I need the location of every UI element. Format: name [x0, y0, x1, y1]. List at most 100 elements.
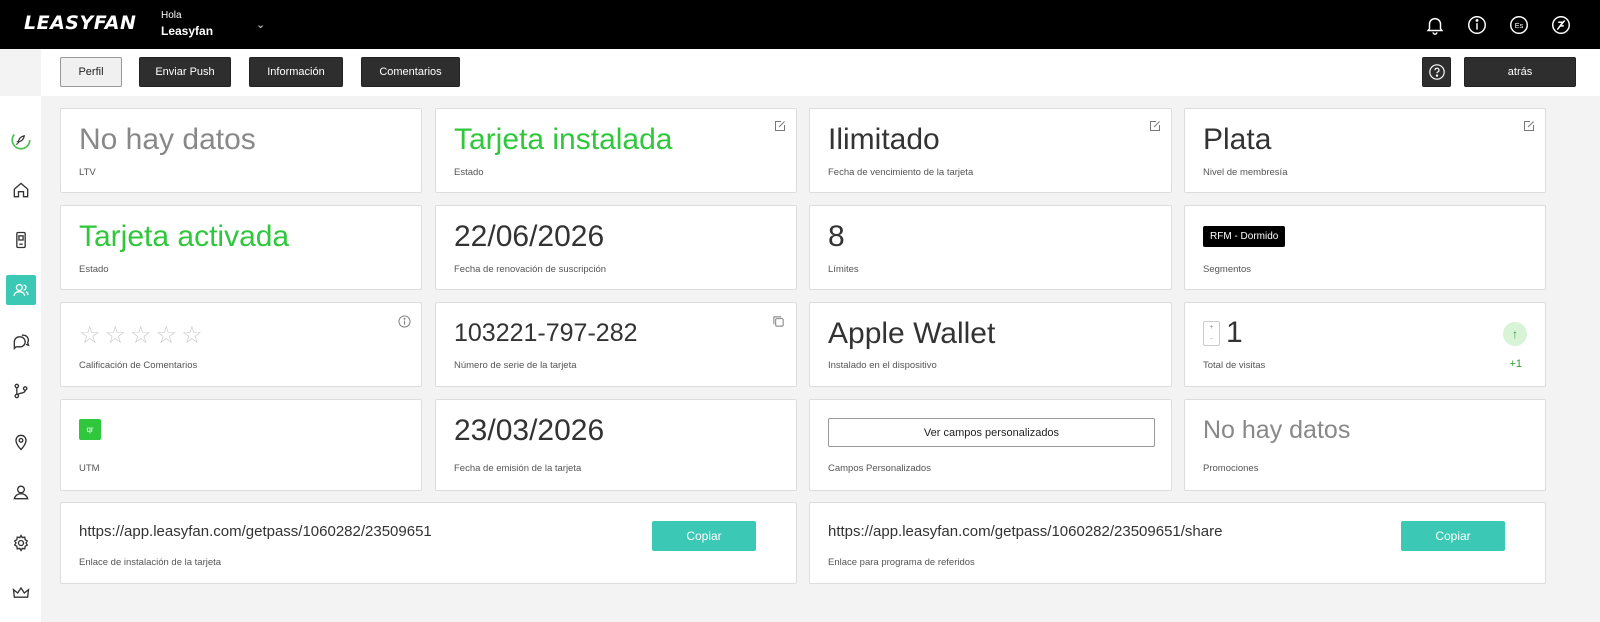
utm-label: UTM [79, 463, 100, 474]
flow-icon[interactable] [6, 376, 36, 406]
star-icon[interactable]: ☆ [156, 321, 178, 350]
arrow-up-icon[interactable]: ↑ [1503, 322, 1527, 346]
referral-link-url[interactable]: https://app.leasyfan.com/getpass/1060282… [828, 523, 1222, 540]
send-push-button[interactable]: Enviar Push [139, 57, 231, 87]
estado-installed-label: Estado [454, 167, 484, 178]
estado-activated-card: Tarjeta activada Estado [60, 205, 422, 290]
estado-activated-label: Estado [79, 264, 109, 275]
info-icon[interactable] [398, 315, 411, 328]
visits-stepper[interactable]: + - [1203, 321, 1220, 346]
utm-card: qr UTM [60, 399, 422, 491]
device-value: Apple Wallet [828, 317, 996, 350]
estado-installed-card: Tarjeta instalada Estado [435, 108, 797, 193]
serial-value: 103221-797-282 [454, 319, 638, 347]
rocket-icon[interactable] [6, 125, 36, 155]
estado-installed-value: Tarjeta instalada [454, 123, 673, 156]
app-logo[interactable]: LEASYFAN [24, 12, 136, 34]
location-icon[interactable] [6, 427, 36, 457]
star-icon[interactable]: ☆ [130, 321, 152, 350]
star-rating[interactable]: ☆ ☆ ☆ ☆ ☆ [79, 321, 203, 350]
chevron-down-icon[interactable]: ⌄ [256, 18, 265, 31]
serial-card: 103221-797-282 Número de serie de la tar… [435, 302, 797, 387]
renewal-card: 22/06/2026 Fecha de renovación de suscri… [435, 205, 797, 290]
issue-date-card: 23/03/2026 Fecha de emisión de la tarjet… [435, 399, 797, 491]
membership-value: Plata [1203, 123, 1272, 156]
serial-label: Número de serie de la tarjeta [454, 360, 577, 371]
expiration-card: Ilimitado Fecha de vencimiento de la tar… [809, 108, 1172, 193]
user-name: Leasyfan [161, 24, 214, 38]
edit-icon[interactable] [1149, 120, 1161, 132]
ltv-value: No hay datos [79, 123, 256, 156]
device-card: Apple Wallet Instalado en el dispositivo [809, 302, 1172, 387]
edit-icon[interactable] [1523, 120, 1535, 132]
phone-card-icon[interactable] [6, 225, 36, 255]
renewal-label: Fecha de renovación de suscripción [454, 264, 607, 275]
help-icon[interactable] [1422, 57, 1451, 87]
renewal-value: 22/06/2026 [454, 220, 605, 253]
segment-badge[interactable]: RFM - Dormido [1203, 226, 1286, 247]
referral-link-card: https://app.leasyfan.com/getpass/1060282… [809, 502, 1546, 584]
star-icon[interactable]: ☆ [181, 321, 203, 350]
user-greeting[interactable]: Hola Leasyfan [161, 10, 213, 38]
users-icon[interactable] [6, 275, 36, 305]
copy-icon[interactable] [772, 315, 785, 328]
ltv-card: No hay datos LTV [60, 108, 422, 193]
back-button[interactable]: atrás [1464, 57, 1576, 87]
rating-card: ☆ ☆ ☆ ☆ ☆ Calificación de Comentarios [60, 302, 422, 387]
profile-toolbar: Perfil Enviar Push Información Comentari… [41, 49, 1600, 96]
chat-icon[interactable] [6, 326, 36, 356]
limits-label: Límites [828, 264, 859, 275]
copy-install-link-button[interactable]: Copiar [652, 521, 756, 551]
expiration-value: Ilimitado [828, 123, 940, 156]
limits-value: 8 [828, 220, 845, 253]
star-icon[interactable]: ☆ [79, 321, 101, 350]
issue-date-value: 23/03/2026 [454, 414, 605, 447]
perfil-tab[interactable]: Perfil [60, 57, 122, 87]
promotions-value: No hay datos [1203, 416, 1351, 444]
install-link-label: Enlace de instalación de la tarjeta [79, 557, 222, 568]
crown-icon[interactable] [6, 578, 36, 608]
language-icon[interactable]: Es [1507, 13, 1530, 36]
top-icons: Es [1423, 13, 1572, 36]
visits-delta: +1 [1509, 358, 1522, 370]
gear-icon[interactable] [6, 528, 36, 558]
info-icon[interactable] [1465, 13, 1488, 36]
membership-label: Nivel de membresía [1203, 167, 1288, 178]
install-link-url[interactable]: https://app.leasyfan.com/getpass/1060282… [79, 523, 432, 540]
device-label: Instalado en el dispositivo [828, 360, 937, 371]
sidebar [0, 96, 41, 622]
issue-date-label: Fecha de emisión de la tarjeta [454, 463, 582, 474]
promotions-label: Promociones [1203, 463, 1259, 474]
visits-value: 1 [1226, 316, 1243, 349]
star-icon[interactable]: ☆ [105, 321, 127, 350]
visits-label: Total de visitas [1203, 360, 1266, 371]
rating-label: Calificación de Comentarios [79, 360, 198, 371]
bell-icon[interactable] [1423, 13, 1446, 36]
install-link-card: https://app.leasyfan.com/getpass/1060282… [60, 502, 797, 584]
copy-referral-link-button[interactable]: Copiar [1401, 521, 1505, 551]
referral-link-label: Enlace para programa de referidos [828, 557, 975, 568]
expiration-label: Fecha de vencimiento de la tarjeta [828, 167, 974, 178]
language-label: Es [1514, 21, 1523, 30]
custom-fields-label: Campos Personalizados [828, 463, 931, 474]
user-icon[interactable] [6, 477, 36, 507]
promotions-card: No hay datos Promociones [1184, 399, 1546, 491]
information-button[interactable]: Información [249, 57, 343, 87]
limits-card: 8 Límites [809, 205, 1172, 290]
membership-card: Plata Nivel de membresía [1184, 108, 1546, 193]
segments-card: RFM - Dormido Segmentos [1184, 205, 1546, 290]
utm-tag: qr [79, 419, 101, 440]
stepper-plus[interactable]: + [1209, 324, 1213, 331]
logout-icon[interactable] [1549, 13, 1572, 36]
greeting-text: Hola [161, 10, 182, 21]
home-icon[interactable] [6, 175, 36, 205]
custom-fields-card: Ver campos personalizados Campos Persona… [809, 399, 1172, 491]
ltv-label: LTV [79, 167, 96, 178]
visits-card: + - 1 ↑ +1 Total de visitas [1184, 302, 1546, 387]
estado-activated-value: Tarjeta activada [79, 220, 290, 253]
view-custom-fields-button[interactable]: Ver campos personalizados [828, 418, 1155, 447]
edit-icon[interactable] [774, 120, 786, 132]
stepper-minus[interactable]: - [1210, 336, 1212, 343]
comments-button[interactable]: Comentarios [361, 57, 460, 87]
segments-label: Segmentos [1203, 264, 1252, 275]
